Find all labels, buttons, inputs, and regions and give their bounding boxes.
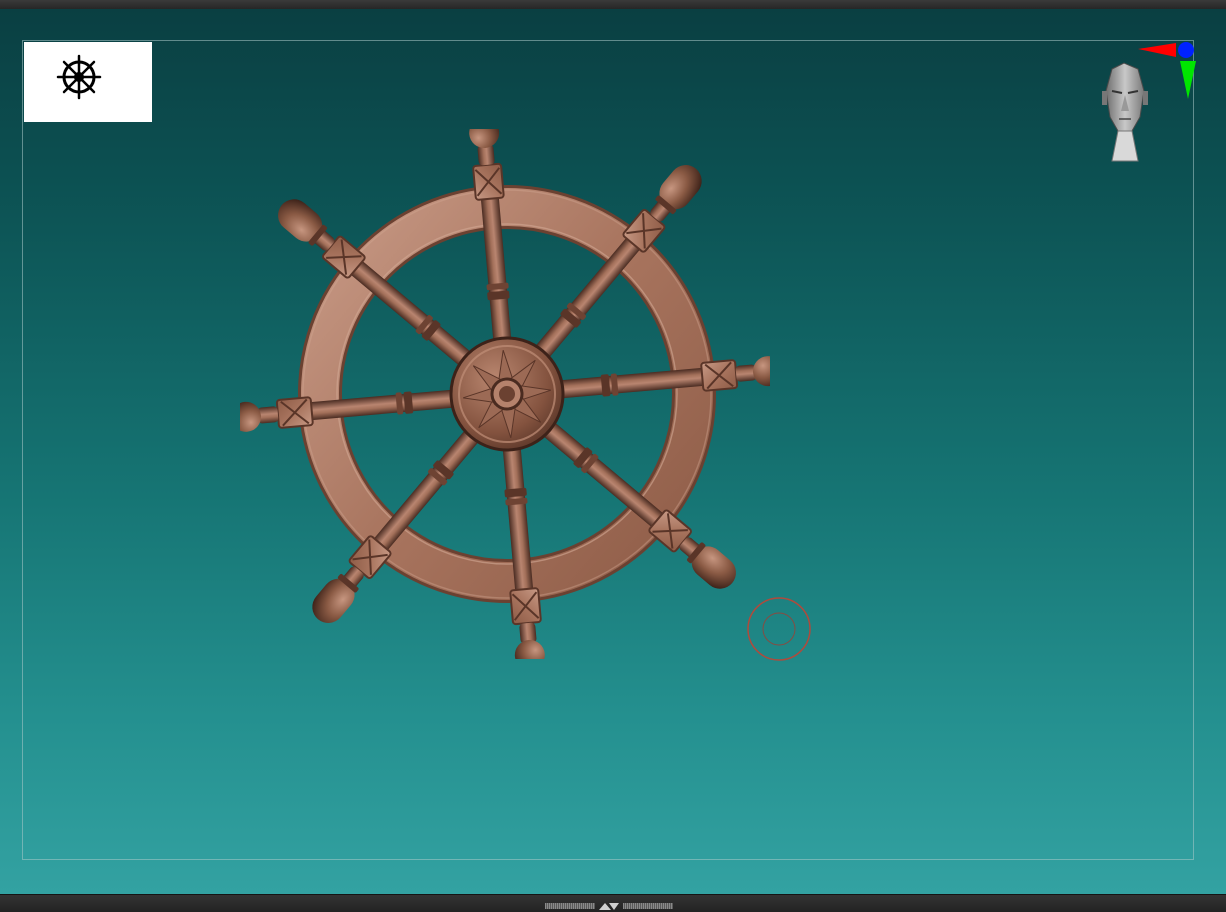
ship-wheel-thumbnail-icon: [56, 54, 102, 100]
bottom-tray-bar: [0, 894, 1226, 912]
brush-cursor-icon: [747, 597, 811, 661]
y-axis-arrow-icon: [1180, 61, 1196, 99]
canvas-viewport[interactable]: [0, 9, 1226, 894]
tray-grip-left[interactable]: [545, 903, 595, 909]
thumbnail-navigator[interactable]: [24, 42, 152, 122]
app-window: [0, 0, 1226, 912]
ship-wheel-model[interactable]: [240, 129, 770, 659]
x-axis-arrow-icon: [1138, 43, 1176, 57]
z-axis-ball-icon: [1178, 42, 1194, 58]
axis-gizmo[interactable]: [1134, 39, 1200, 109]
tray-toggle[interactable]: [545, 901, 673, 911]
tray-toggle-arrows-icon[interactable]: [597, 901, 621, 911]
tray-grip-right[interactable]: [623, 903, 673, 909]
